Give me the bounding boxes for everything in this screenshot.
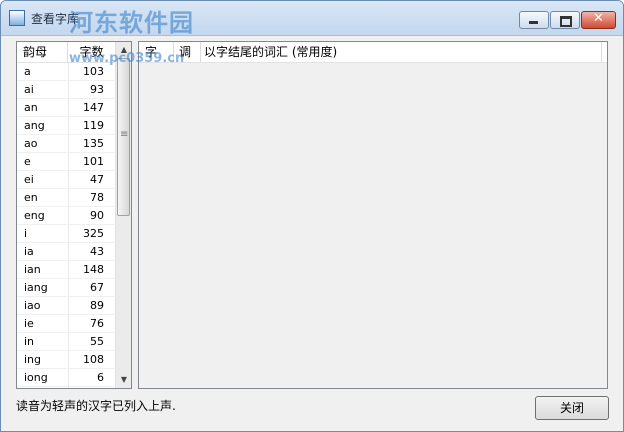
table-row[interactable]: ing 108: [17, 351, 114, 369]
column-divider: [68, 369, 69, 386]
final-cell: an: [24, 101, 38, 114]
final-cell: iong: [24, 371, 48, 384]
final-cell: e: [24, 155, 31, 168]
table-row[interactable]: an 147: [17, 99, 114, 117]
count-cell: 43: [90, 245, 104, 258]
column-divider: [68, 279, 69, 296]
table-row[interactable]: eng 90: [17, 207, 114, 225]
final-cell: i: [24, 227, 28, 240]
close-button[interactable]: 关闭: [535, 396, 609, 420]
column-divider: [68, 171, 69, 188]
close-icon: ✕: [593, 11, 604, 26]
final-cell: ao: [24, 137, 38, 150]
count-cell: 76: [90, 317, 104, 330]
final-cell: iang: [24, 281, 48, 294]
final-cell: ai: [24, 83, 34, 96]
minimize-button[interactable]: [519, 11, 549, 29]
word-list[interactable]: 字 调 以字结尾的词汇 (常用度): [138, 41, 608, 389]
final-list-rows: a 103 ai 93 an 147 ang 119 ao 135 e 101 ei 47 en 78 eng 9…: [17, 63, 114, 388]
count-cell: 119: [83, 119, 104, 132]
count-cell: 55: [90, 335, 104, 348]
final-list-scrollbar[interactable]: ▲ ≡ ▼: [115, 42, 131, 388]
count-cell: 89: [90, 299, 104, 312]
count-cell: 93: [90, 83, 104, 96]
final-cell: in: [24, 335, 35, 348]
column-divider: [68, 333, 69, 350]
table-row[interactable]: iang 67: [17, 279, 114, 297]
column-divider: [68, 153, 69, 170]
column-divider: [68, 297, 69, 314]
final-cell: ing: [24, 353, 42, 366]
count-cell: 67: [90, 281, 104, 294]
count-cell: 56: [90, 387, 104, 388]
count-cell: 101: [83, 155, 104, 168]
table-row[interactable]: ei 47: [17, 171, 114, 189]
column-divider: [68, 135, 69, 152]
column-divider: [68, 207, 69, 224]
column-header-final[interactable]: 韵母: [17, 42, 68, 62]
character-library-window: 查看字库 河东软件园 ✕ 韵母 字数 a 103 ai 93 an 147 ang 119 ao…: [0, 0, 624, 432]
table-row[interactable]: i 325: [17, 225, 114, 243]
table-row[interactable]: en 78: [17, 189, 114, 207]
final-cell: iao: [24, 299, 41, 312]
scroll-thumb[interactable]: ≡: [117, 58, 130, 216]
table-row[interactable]: e 101: [17, 153, 114, 171]
column-divider: [68, 117, 69, 134]
status-text: 读音为轻声的汉字已列入上声.: [16, 399, 176, 413]
column-divider: [68, 99, 69, 116]
table-row[interactable]: ai 93: [17, 81, 114, 99]
final-cell: a: [24, 65, 31, 78]
app-icon: [9, 10, 25, 26]
table-row[interactable]: iao 89: [17, 297, 114, 315]
table-row[interactable]: ie 76: [17, 315, 114, 333]
word-list-header: 字 调 以字结尾的词汇 (常用度): [139, 42, 607, 63]
column-divider: [68, 315, 69, 332]
maximize-button[interactable]: [550, 11, 580, 29]
watermark-logo: 河东软件园: [69, 9, 194, 37]
final-cell: ia: [24, 245, 34, 258]
count-cell: 90: [90, 209, 104, 222]
count-cell: 148: [83, 263, 104, 276]
column-divider: [68, 189, 69, 206]
grip-icon: ≡: [120, 129, 129, 140]
final-cell: eng: [24, 209, 45, 222]
column-divider: [68, 261, 69, 278]
table-row[interactable]: ian 148: [17, 261, 114, 279]
column-header-words[interactable]: 以字结尾的词汇 (常用度): [202, 42, 602, 62]
table-row[interactable]: iu 56: [17, 387, 114, 388]
final-list[interactable]: 韵母 字数 a 103 ai 93 an 147 ang 119 ao 135 e 101 ei 47 en…: [16, 41, 132, 389]
window-close-button[interactable]: ✕: [581, 11, 616, 29]
final-cell: ang: [24, 119, 45, 132]
table-row[interactable]: ang 119: [17, 117, 114, 135]
count-cell: 325: [83, 227, 104, 240]
final-cell: en: [24, 191, 38, 204]
final-cell: ie: [24, 317, 34, 330]
column-divider: [68, 351, 69, 368]
table-row[interactable]: iong 6: [17, 369, 114, 387]
table-row[interactable]: in 55: [17, 333, 114, 351]
minimize-icon: [529, 21, 538, 24]
count-cell: 108: [83, 353, 104, 366]
column-divider: [68, 81, 69, 98]
count-cell: 78: [90, 191, 104, 204]
watermark-url: www.pc0359.cn: [69, 51, 185, 66]
count-cell: 6: [97, 371, 104, 384]
final-cell: ian: [24, 263, 41, 276]
maximize-icon: [560, 16, 572, 27]
table-row[interactable]: ao 135: [17, 135, 114, 153]
count-cell: 47: [90, 173, 104, 186]
column-divider: [68, 243, 69, 260]
scroll-down-icon[interactable]: ▼: [116, 372, 131, 388]
final-cell: iu: [24, 387, 34, 388]
final-cell: ei: [24, 173, 34, 186]
table-row[interactable]: ia 43: [17, 243, 114, 261]
column-divider: [68, 387, 69, 388]
count-cell: 147: [83, 101, 104, 114]
count-cell: 135: [83, 137, 104, 150]
title-bar[interactable]: 查看字库 河东软件园 ✕: [1, 1, 623, 37]
column-divider: [68, 225, 69, 242]
